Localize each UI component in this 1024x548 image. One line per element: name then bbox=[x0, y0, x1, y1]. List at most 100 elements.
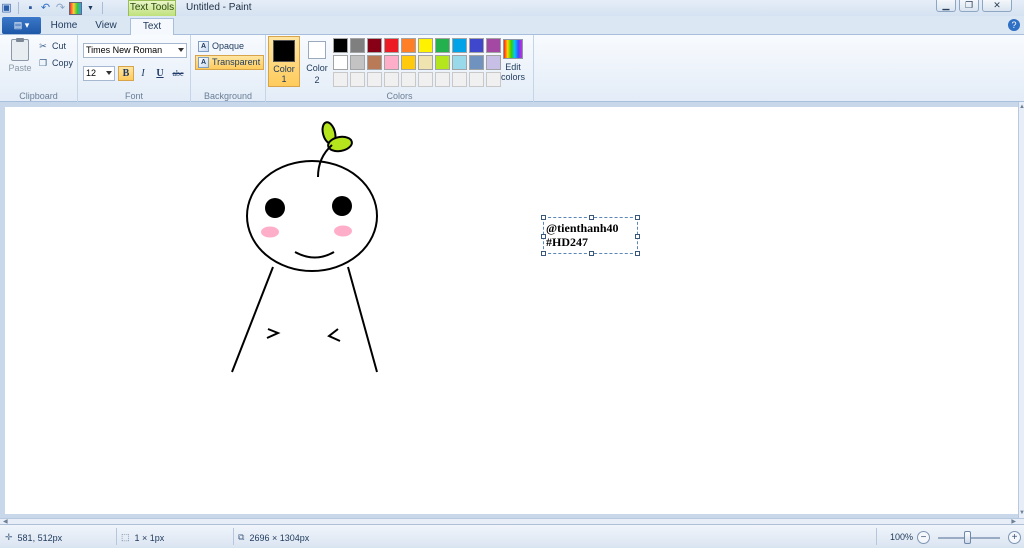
palette-color[interactable] bbox=[367, 55, 382, 70]
opaque-button[interactable]: A Opaque bbox=[195, 39, 248, 54]
custom-color-slot[interactable] bbox=[333, 72, 348, 87]
palette-color[interactable] bbox=[469, 55, 484, 70]
resize-handle-tr[interactable] bbox=[635, 215, 640, 220]
resize-handle-tl[interactable] bbox=[541, 215, 546, 220]
scissors-icon: ✂ bbox=[39, 41, 47, 51]
underline-button[interactable]: U bbox=[152, 66, 168, 81]
clipboard-group: Paste ✂ Cut ❐ Copy Clipboard bbox=[0, 35, 78, 102]
custom-color-slot[interactable] bbox=[452, 72, 467, 87]
custom-color-slot[interactable] bbox=[418, 72, 433, 87]
save-icon[interactable]: ▪ bbox=[24, 2, 37, 15]
strikethrough-button[interactable]: abc bbox=[170, 66, 186, 81]
custom-color-slot[interactable] bbox=[367, 72, 382, 87]
palette-color[interactable] bbox=[469, 38, 484, 53]
left-arm bbox=[266, 328, 281, 339]
transparent-label: Transparent bbox=[212, 57, 261, 67]
resize-handle-br[interactable] bbox=[635, 251, 640, 256]
palette-color[interactable] bbox=[384, 55, 399, 70]
custom-color-slot[interactable] bbox=[469, 72, 484, 87]
paint-button[interactable]: ▤ ▾ bbox=[2, 17, 41, 34]
custom-color-slot[interactable] bbox=[350, 72, 365, 87]
custom-color-slot[interactable] bbox=[435, 72, 450, 87]
text-line-1: @tienthanh40 bbox=[546, 221, 619, 235]
help-icon[interactable]: ? bbox=[1008, 19, 1020, 31]
bold-button[interactable]: B bbox=[118, 66, 134, 81]
color1-swatch bbox=[273, 40, 295, 62]
cursor-position-value: 581, 512px bbox=[17, 532, 63, 543]
text-box[interactable]: @tienthanh40 #HD247 bbox=[541, 215, 640, 256]
resize-handle-bl[interactable] bbox=[541, 251, 546, 256]
color2-label-line1: Color bbox=[306, 63, 328, 73]
paste-button[interactable]: Paste bbox=[6, 37, 34, 79]
drawing-canvas[interactable] bbox=[5, 107, 1018, 514]
transparent-button[interactable]: A Transparent bbox=[195, 55, 265, 70]
left-eye bbox=[265, 198, 285, 218]
restore-button[interactable]: ❐ bbox=[959, 0, 979, 12]
status-divider bbox=[116, 528, 117, 545]
palette-color[interactable] bbox=[435, 55, 450, 70]
opaque-icon: A bbox=[198, 41, 209, 52]
head-outline bbox=[246, 160, 378, 272]
ribbon: Paste ✂ Cut ❐ Copy Clipboard Font Times … bbox=[0, 35, 1024, 102]
zoom-out-button[interactable]: − bbox=[917, 531, 930, 544]
close-button[interactable]: ✕ bbox=[982, 0, 1012, 12]
zoom-slider-thumb[interactable] bbox=[964, 531, 971, 544]
resize-handle-b[interactable] bbox=[589, 251, 594, 256]
palette-color[interactable] bbox=[350, 55, 365, 70]
vertical-scrollbar[interactable]: ▲ ▼ bbox=[1018, 102, 1024, 524]
palette-color[interactable] bbox=[418, 38, 433, 53]
redo-icon[interactable]: ↷ bbox=[54, 2, 67, 15]
palette-color[interactable] bbox=[384, 38, 399, 53]
palette-color[interactable] bbox=[367, 38, 382, 53]
tab-home[interactable]: Home bbox=[44, 18, 84, 35]
paint-menu-icon[interactable]: ▣ bbox=[0, 2, 13, 15]
colors-icon[interactable] bbox=[69, 1, 82, 15]
color1-button[interactable]: Color 1 bbox=[268, 36, 300, 87]
palette-color[interactable] bbox=[418, 55, 433, 70]
scroll-up-icon[interactable]: ▲ bbox=[1019, 104, 1024, 110]
palette-color[interactable] bbox=[435, 38, 450, 53]
minimize-button[interactable]: ▁ bbox=[936, 0, 956, 12]
palette-color[interactable] bbox=[333, 38, 348, 53]
right-arm bbox=[327, 328, 341, 342]
font-family-select[interactable]: Times New Roman bbox=[83, 43, 187, 58]
palette-color[interactable] bbox=[350, 38, 365, 53]
copy-button[interactable]: ❐ Copy bbox=[38, 56, 73, 70]
qat-separator-2 bbox=[102, 2, 103, 14]
left-blush bbox=[261, 226, 279, 238]
right-blush bbox=[334, 225, 352, 237]
palette-color[interactable] bbox=[401, 38, 416, 53]
palette-color[interactable] bbox=[401, 55, 416, 70]
resize-handle-r[interactable] bbox=[635, 234, 640, 239]
tab-view[interactable]: View bbox=[86, 18, 126, 35]
undo-icon[interactable]: ↶ bbox=[39, 2, 52, 15]
selection-size-value: 1 × 1px bbox=[134, 532, 165, 543]
italic-button[interactable]: I bbox=[135, 66, 151, 81]
clipboard-caption: Clipboard bbox=[19, 91, 58, 101]
clipboard-icon bbox=[11, 38, 29, 61]
image-size-value: 2696 × 1304px bbox=[249, 532, 310, 543]
color2-label-line2: 2 bbox=[314, 75, 320, 85]
quick-access-toolbar: ▣ ▪ ↶ ↷ ▼ bbox=[0, 1, 106, 15]
resize-handle-t[interactable] bbox=[589, 215, 594, 220]
palette-color[interactable] bbox=[333, 55, 348, 70]
custom-color-slot[interactable] bbox=[384, 72, 399, 87]
custom-color-slot[interactable] bbox=[401, 72, 416, 87]
palette-color[interactable] bbox=[452, 38, 467, 53]
scroll-down-icon[interactable]: ▼ bbox=[1019, 510, 1024, 516]
resize-handle-l[interactable] bbox=[541, 234, 546, 239]
edit-colors-button[interactable]: Edit colors bbox=[498, 39, 528, 82]
cut-button[interactable]: ✂ Cut bbox=[38, 39, 66, 53]
chevron-down-icon bbox=[178, 48, 184, 52]
zoom-in-button[interactable]: + bbox=[1008, 531, 1021, 544]
color2-button[interactable]: Color 2 bbox=[303, 36, 331, 87]
copy-icon: ❐ bbox=[38, 58, 48, 68]
colors-caption: Colors bbox=[386, 91, 413, 101]
chevron-down-icon bbox=[106, 71, 112, 75]
palette-color[interactable] bbox=[452, 55, 467, 70]
tab-text[interactable]: Text bbox=[130, 18, 174, 36]
right-eye bbox=[332, 196, 352, 216]
customize-icon[interactable]: ▼ bbox=[84, 2, 97, 15]
selection-size: ⬚ 1 × 1px bbox=[121, 532, 164, 543]
font-size-select[interactable]: 12 bbox=[83, 66, 115, 81]
